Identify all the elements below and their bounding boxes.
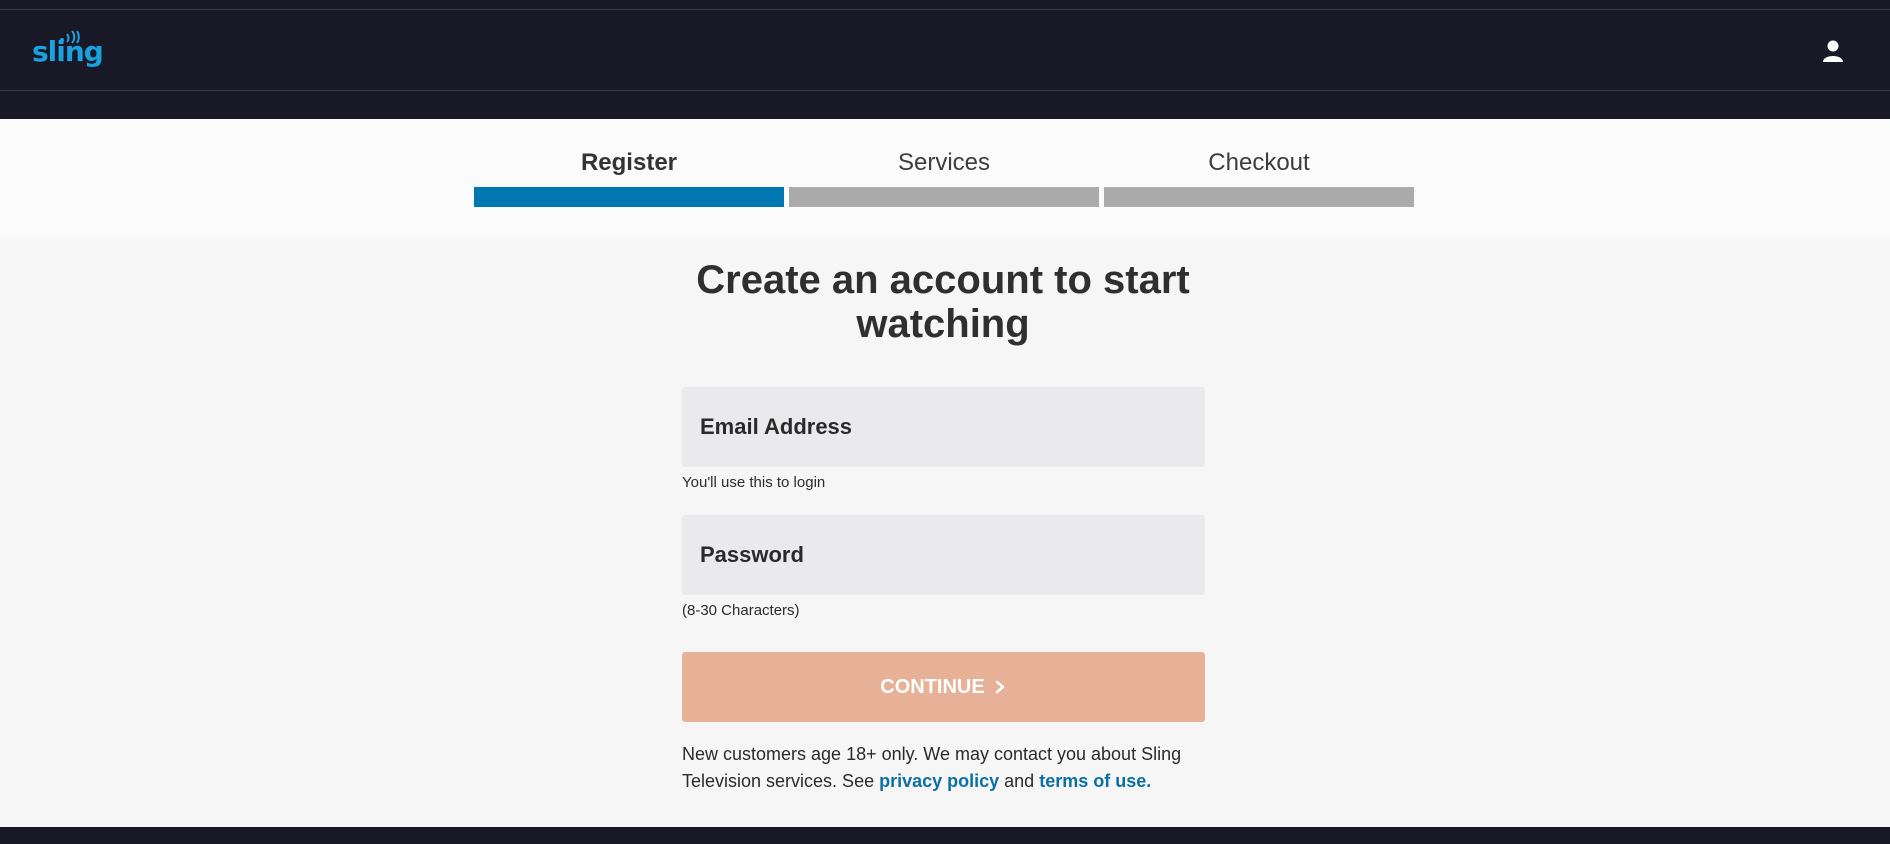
- top-header: sling: [0, 0, 1890, 119]
- password-field[interactable]: Password: [682, 515, 1205, 595]
- step-register[interactable]: Register: [474, 119, 784, 239]
- disclaimer: New customers age 18+ only. We may conta…: [682, 741, 1205, 795]
- chevron-right-icon: [995, 680, 1004, 694]
- step-checkout-label: Checkout: [1208, 149, 1310, 176]
- step-register-label: Register: [580, 149, 678, 176]
- email-input[interactable]: [682, 387, 1205, 467]
- step-checkout-bar: [1104, 187, 1414, 207]
- email-hint: You'll use this to login: [682, 474, 826, 491]
- header-divider-top: [0, 9, 1890, 10]
- step-checkout[interactable]: Checkout: [1104, 119, 1414, 239]
- terms-of-use-link[interactable]: terms of use.: [1039, 771, 1151, 791]
- disclaimer-and: and: [999, 771, 1040, 791]
- header-divider-bottom: [0, 90, 1890, 91]
- step-register-bar: [474, 187, 784, 207]
- password-hint: (8-30 Characters): [682, 602, 800, 619]
- password-input[interactable]: [682, 515, 1205, 595]
- progress-steps: Register Services Checkout: [0, 119, 1890, 239]
- step-services[interactable]: Services: [789, 119, 1099, 239]
- continue-label: CONTINUE: [880, 675, 985, 698]
- user-icon[interactable]: [1820, 38, 1846, 64]
- logo-text: sling: [32, 35, 104, 68]
- email-field[interactable]: Email Address: [682, 387, 1205, 467]
- continue-button[interactable]: CONTINUE: [682, 652, 1205, 722]
- sling-logo[interactable]: sling: [32, 30, 104, 70]
- footer-bar: [0, 827, 1890, 844]
- step-services-bar: [789, 187, 1099, 207]
- privacy-policy-link[interactable]: privacy policy: [879, 771, 999, 791]
- page-title: Create an account to start watching: [696, 258, 1190, 346]
- step-services-label: Services: [897, 149, 991, 176]
